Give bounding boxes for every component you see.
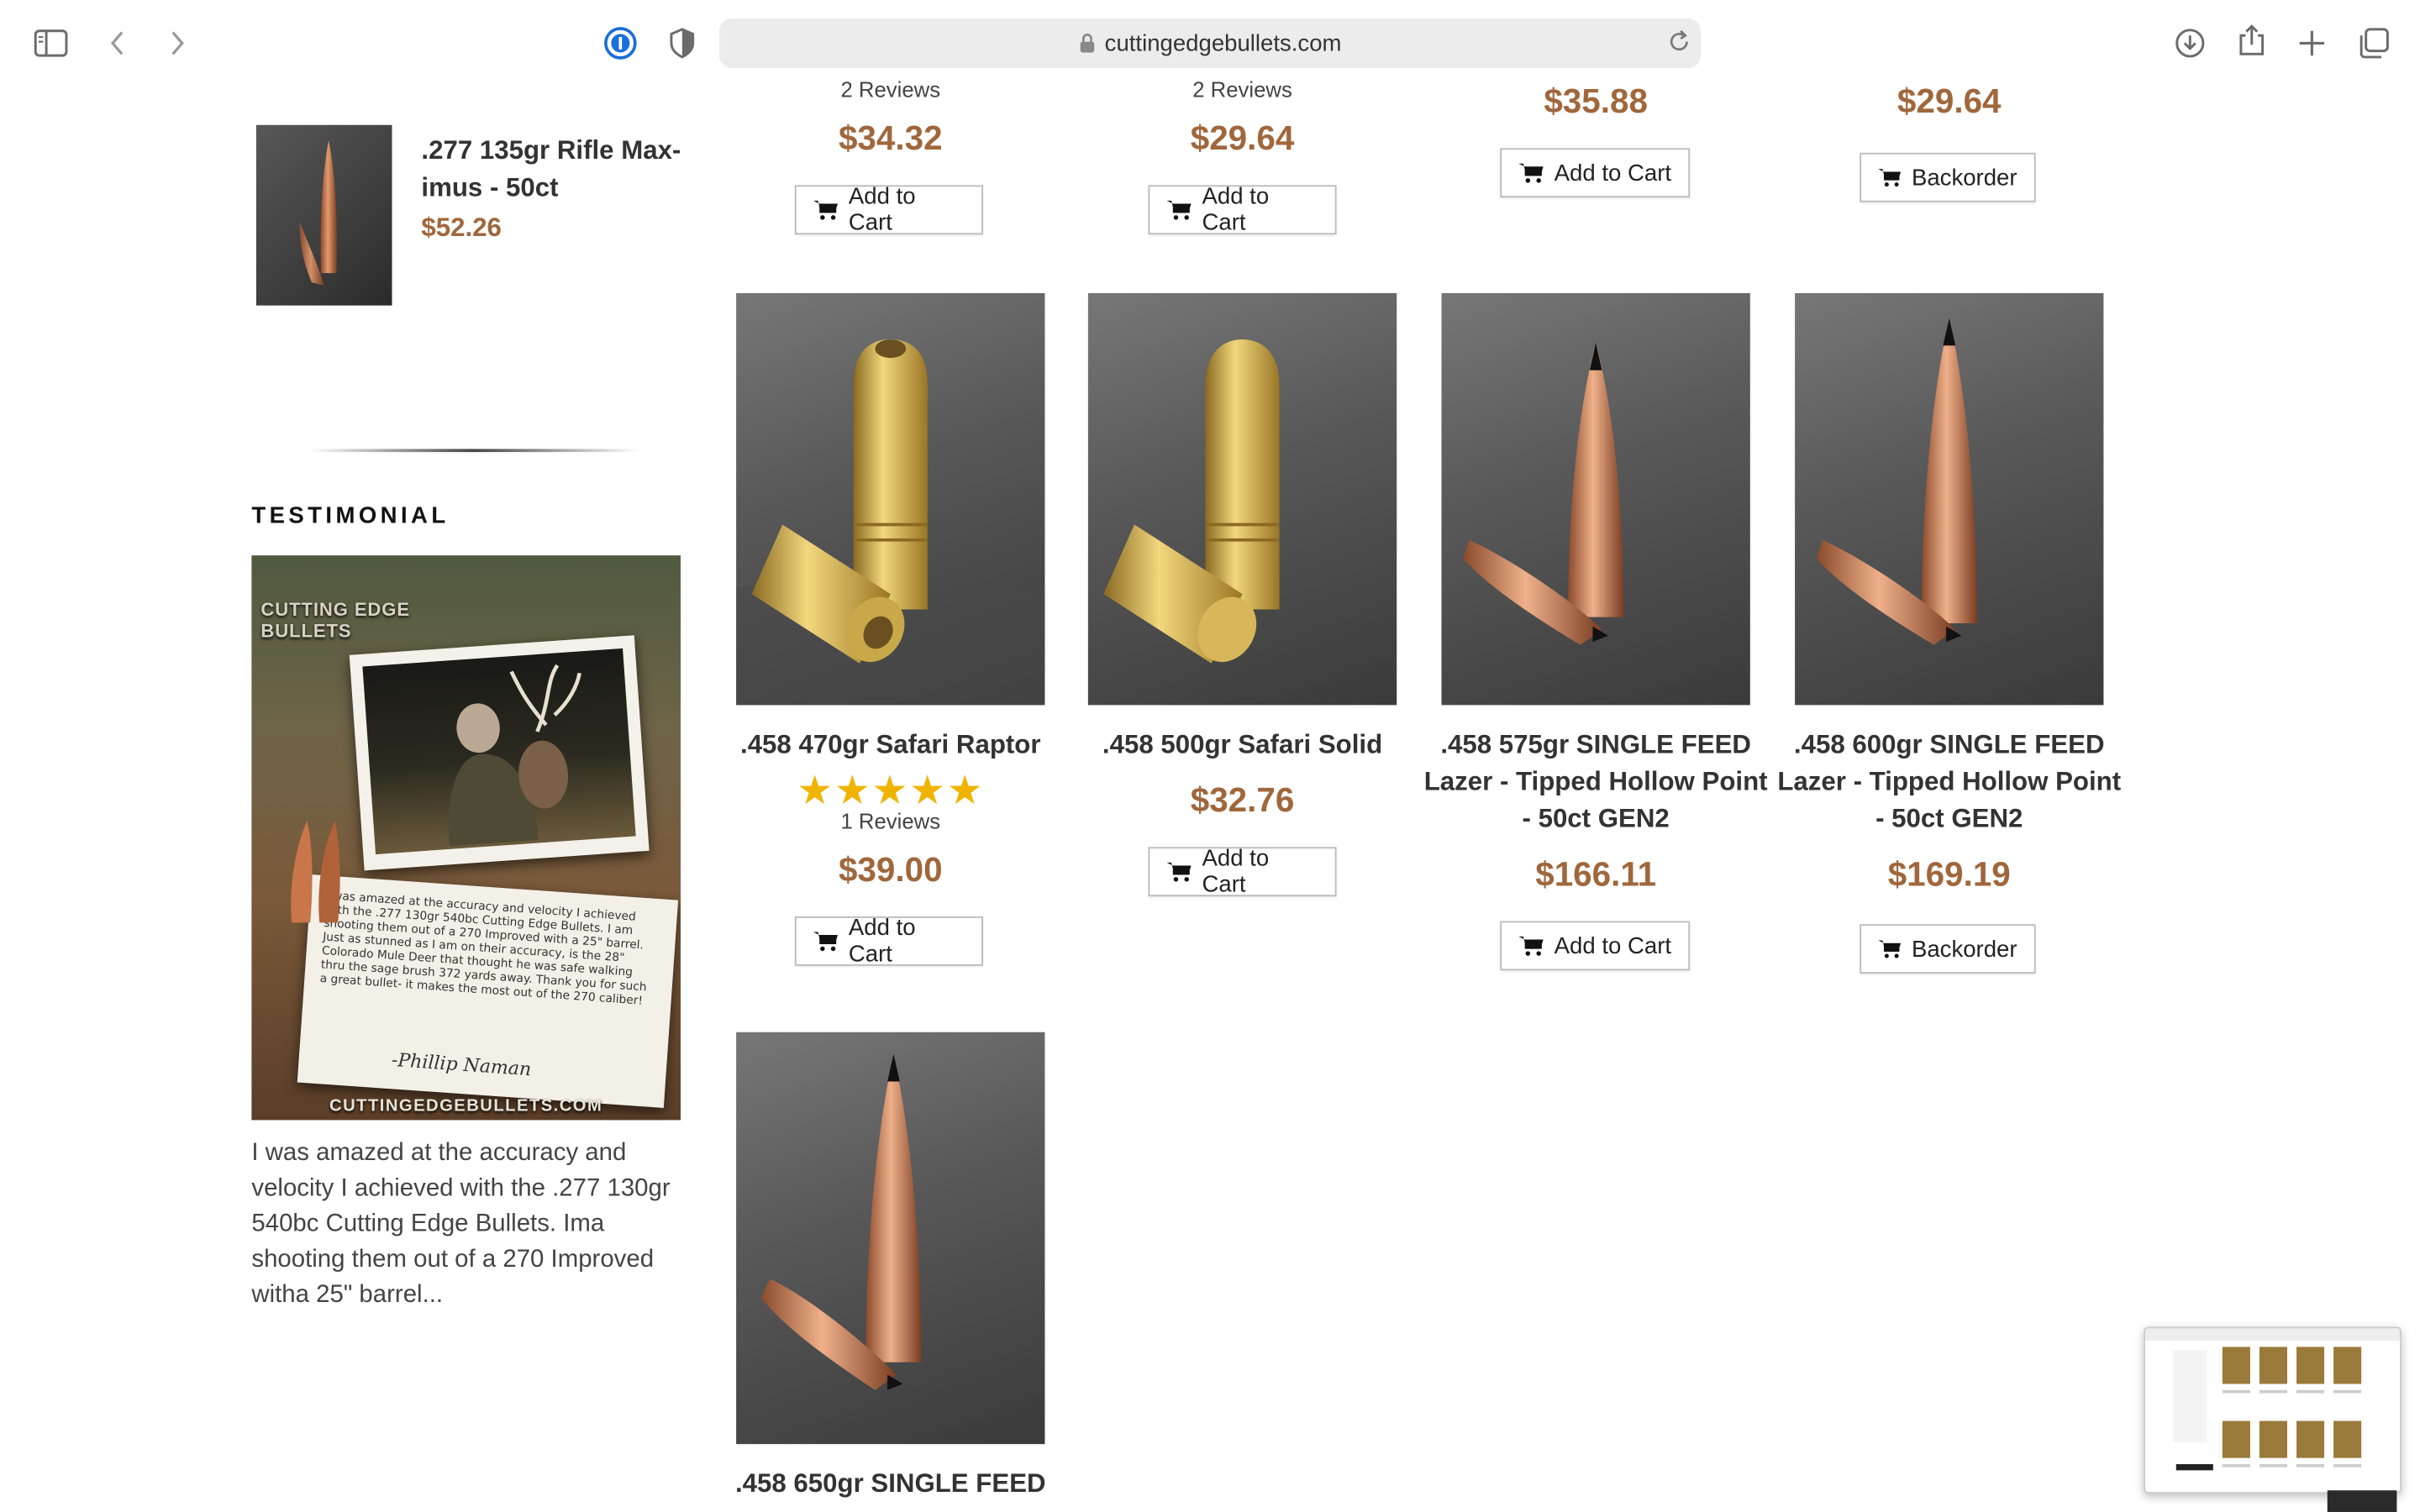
product-title[interactable]: .458 575gr SINGLE FEED Lazer - Tipped Ho… [1420,727,1772,837]
letter-signature: -Phillip Naman [391,1048,533,1080]
chat-widget-tab[interactable] [2327,1490,2397,1512]
bullet-graphic-icon [291,821,340,923]
backorder-button[interactable]: Backorder [1860,152,2036,202]
product-price: $34.32 [838,118,943,158]
button-label: Add to Cart [1554,160,1672,186]
button-label: Backorder [1911,164,2018,191]
button-label: Add to Cart [1202,183,1270,237]
cart-icon [1878,940,1902,958]
testimonial-image: CUTTING EDGE BULLETS I was amazed at the… [251,555,681,1121]
product-price: $29.64 [1190,118,1295,158]
product-price: $166.11 [1535,854,1657,894]
product-price: $39.00 [838,850,943,889]
shield-icon[interactable] [664,24,701,61]
testimonial-text: I was amazed at the accuracy and velocit… [251,1140,671,1309]
star-rating: ★★★★★ [797,766,985,813]
product-image[interactable] [736,292,1045,706]
cart-icon [1166,862,1192,882]
cart-icon [813,932,839,952]
reload-icon[interactable] [1667,28,1691,55]
cart-icon [1878,169,1902,187]
hunter-photo [349,635,650,871]
product-title[interactable]: .458 600gr SINGLE FEED Lazer - Tipped Ho… [1773,727,2125,837]
forward-icon[interactable] [159,24,196,61]
product-image[interactable] [736,1032,1045,1445]
product-title[interactable]: .458 500gr Safari Solid [1066,727,1418,764]
product-title[interactable]: .458 650gr SINGLE FEED [714,1466,1066,1503]
add-to-cart-button[interactable]: Add to Cart [1500,921,1691,971]
featured-product-image[interactable] [255,124,392,306]
url-text: cuttingedgebullets.com [1104,29,1342,57]
back-icon[interactable] [99,24,136,61]
product-reviews: 2 Reviews [840,76,941,102]
cart-icon [813,200,839,220]
page-preview-thumbnail[interactable] [2144,1326,2402,1494]
backorder-button[interactable]: Backorder [1860,924,2036,974]
lock-icon [1080,34,1094,53]
letter-text: I was amazed at the accuracy and velocit… [319,888,648,1008]
sidebar-divider [308,449,639,453]
browser-toolbar: cuttingedgebullets.com [0,0,2420,87]
product-image[interactable] [1087,292,1397,706]
product-image[interactable] [1795,292,2104,706]
add-to-cart-button[interactable]: Add to Cart [794,183,983,237]
plus-icon[interactable] [2293,24,2330,61]
add-to-cart-button[interactable]: Add to Cart [794,915,983,968]
button-label: Add to Cart [1554,932,1672,959]
product-price: $169.19 [1887,854,2011,894]
product-price: $29.64 [1897,81,2002,121]
add-to-cart-button[interactable]: Add to Cart [1148,845,1337,898]
button-label: Backorder [1911,935,2018,963]
share-icon[interactable] [2233,22,2270,59]
sidebar-icon[interactable] [33,24,70,61]
cart-icon [1518,163,1544,183]
button-label: Add to Cart [1202,845,1270,898]
add-to-cart-button[interactable]: Add to Cart [1148,183,1337,237]
featured-product-price: $52.26 [421,213,502,243]
product-price: $32.76 [1190,780,1295,820]
cart-icon [1166,200,1192,220]
product-image[interactable] [1441,292,1750,706]
product-reviews: 1 Reviews [840,808,941,833]
button-label: Add to Cart [848,915,916,968]
address-bar[interactable]: cuttingedgebullets.com [718,18,1702,68]
product-price: $35.88 [1544,81,1648,121]
brand-logo: CUTTING EDGE BULLETS [260,598,410,643]
button-label: Add to Cart [848,183,916,237]
cart-icon [1518,936,1544,956]
add-to-cart-button[interactable]: Add to Cart [1500,148,1691,198]
product-reviews: 2 Reviews [1192,76,1292,102]
featured-product-title[interactable]: .277 135gr Rifle Max-imus - 50ct [421,133,699,207]
download-icon[interactable] [2171,24,2208,61]
image-website: CUTTINGEDGEBULLETS.COM [329,1096,603,1116]
tabs-icon[interactable] [2355,24,2392,61]
testimonial-heading: TESTIMONIAL [251,502,450,529]
password-icon[interactable] [602,24,639,61]
product-title[interactable]: .458 470gr Safari Raptor [714,727,1066,764]
